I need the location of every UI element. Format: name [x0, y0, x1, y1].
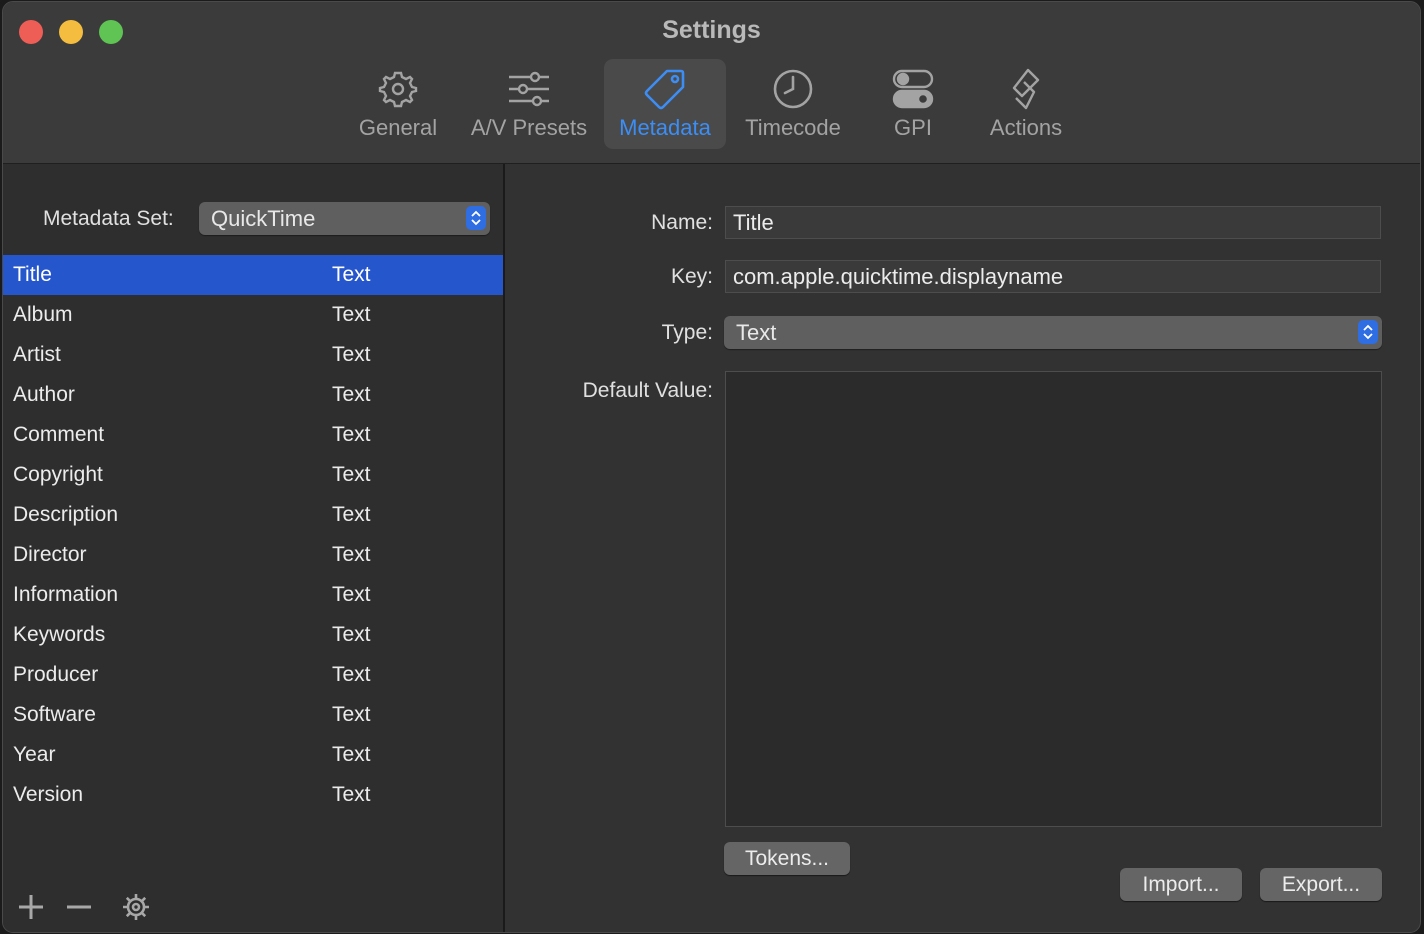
tab-label: Metadata [619, 115, 711, 140]
item-name: Author [13, 383, 75, 406]
type-label: Type: [661, 321, 713, 344]
list-item[interactable]: Artist Text [3, 335, 503, 375]
list-item[interactable]: Title Text [3, 255, 503, 295]
export-button[interactable]: Export... [1260, 868, 1382, 901]
type-select[interactable]: Text [724, 316, 1382, 349]
settings-window: Settings General A/V Presets Metadata Ti… [2, 1, 1421, 933]
item-name: Director [13, 543, 87, 566]
tokens-button[interactable]: Tokens... [724, 842, 850, 875]
item-name: Version [13, 783, 84, 806]
default-value-textarea[interactable] [725, 371, 1382, 827]
window-title: Settings [662, 16, 761, 44]
item-type: Text [332, 543, 371, 566]
item-type: Text [332, 583, 371, 606]
toolbar: Settings General A/V Presets Metadata Ti… [3, 2, 1420, 164]
name-label: Name: [651, 211, 713, 234]
list-item[interactable]: Comment Text [3, 415, 503, 455]
remove-item-button[interactable] [62, 890, 96, 924]
clock-icon [773, 69, 813, 109]
list-item[interactable]: Description Text [3, 495, 503, 535]
list-item[interactable]: Producer Text [3, 655, 503, 695]
plus-icon [19, 895, 43, 919]
toggles-icon [892, 69, 934, 109]
item-type: Text [332, 663, 371, 686]
metadata-set-value: QuickTime [211, 205, 316, 231]
import-button[interactable]: Import... [1120, 868, 1242, 901]
default-value-label: Default Value: [582, 379, 713, 402]
item-name: Software [13, 703, 96, 726]
item-name: Album [13, 303, 73, 326]
add-item-button[interactable] [14, 890, 48, 924]
list-item[interactable]: Information Text [3, 575, 503, 615]
metadata-set-select[interactable]: QuickTime [199, 202, 490, 235]
tab-label: A/V Presets [470, 115, 588, 140]
tab-metadata[interactable]: Metadata [604, 59, 726, 149]
gear-icon [123, 894, 149, 920]
key-field[interactable]: com.apple.quicktime.displayname [725, 260, 1381, 293]
key-field-value: com.apple.quicktime.displayname [733, 263, 1064, 289]
tab-general[interactable]: General [347, 59, 449, 149]
list-item[interactable]: Author Text [3, 375, 503, 415]
pane-divider[interactable] [503, 164, 505, 932]
item-name: Year [13, 743, 56, 766]
tab-label: General [358, 115, 438, 140]
list-item[interactable]: Version Text [3, 775, 503, 815]
tag-icon [644, 69, 685, 110]
tab-label: GPI [894, 115, 932, 140]
item-name: Keywords [13, 623, 106, 646]
item-type: Text [332, 263, 371, 286]
options-button[interactable] [119, 890, 153, 924]
list-item[interactable]: Software Text [3, 695, 503, 735]
item-name: Copyright [13, 463, 103, 486]
metadata-list: Title Text Album Text Artist Text Author Tex… [3, 255, 503, 815]
item-type: Text [332, 303, 371, 326]
item-type: Text [332, 703, 371, 726]
actions-icon [1012, 68, 1040, 110]
item-type: Text [332, 503, 371, 526]
item-type: Text [332, 463, 371, 486]
chevron-updown-icon [1358, 320, 1378, 344]
name-field[interactable]: Title [725, 206, 1381, 239]
item-name: Artist [13, 343, 61, 366]
item-type: Text [332, 423, 371, 446]
type-select-value: Text [736, 319, 777, 345]
chevron-updown-icon [466, 206, 486, 230]
item-name: Comment [13, 423, 105, 446]
tab-label: Timecode [745, 115, 841, 140]
tab-av-presets[interactable]: A/V Presets [463, 59, 595, 149]
list-item[interactable]: Year Text [3, 735, 503, 775]
minus-icon [67, 905, 91, 909]
tab-timecode[interactable]: Timecode [736, 59, 850, 149]
item-type: Text [332, 783, 371, 806]
gear-icon [378, 71, 418, 108]
tab-label: Actions [989, 115, 1063, 140]
item-name: Information [13, 583, 119, 606]
list-item[interactable]: Album Text [3, 295, 503, 335]
tab-actions[interactable]: Actions [976, 59, 1076, 149]
metadata-set-label: Metadata Set: [43, 207, 174, 230]
name-field-value: Title [733, 209, 774, 235]
item-type: Text [332, 743, 371, 766]
item-name: Title [13, 263, 52, 286]
item-type: Text [332, 623, 371, 646]
item-name: Producer [13, 663, 99, 686]
sliders-icon [509, 71, 549, 107]
item-name: Description [13, 503, 119, 526]
item-type: Text [332, 383, 371, 406]
key-label: Key: [670, 265, 713, 288]
tab-gpi[interactable]: GPI [865, 59, 961, 149]
list-item[interactable]: Keywords Text [3, 615, 503, 655]
list-item[interactable]: Director Text [3, 535, 503, 575]
list-item[interactable]: Copyright Text [3, 455, 503, 495]
item-type: Text [332, 343, 371, 366]
